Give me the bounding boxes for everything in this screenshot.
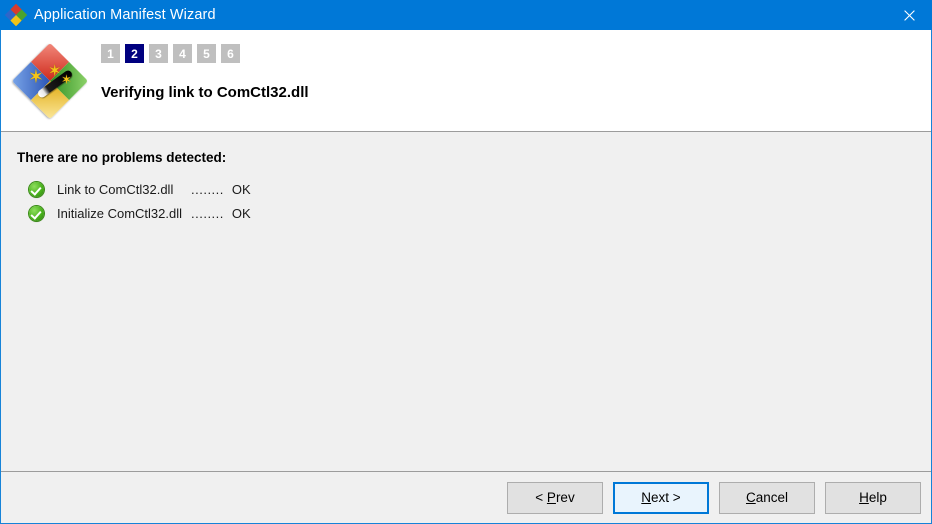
check-label: Initialize ComCtl32.dll xyxy=(57,206,182,221)
next-button-label: Next > xyxy=(641,490,681,505)
status-heading: There are no problems detected: xyxy=(17,150,227,165)
step-indicator-6[interactable]: 6 xyxy=(221,44,240,63)
green-check-icon xyxy=(29,206,44,221)
wizard-body: There are no problems detected: Link to … xyxy=(1,132,931,471)
step-indicator: 1 2 3 4 5 6 xyxy=(101,44,309,63)
button-bar: < Prev Next > Cancel Help xyxy=(1,471,931,523)
next-button[interactable]: Next > xyxy=(613,481,709,514)
app-diamond-icon xyxy=(4,3,28,27)
close-icon[interactable] xyxy=(886,0,932,30)
check-dots: ........ xyxy=(191,206,224,221)
wizard-window: Application Manifest Wizard ✶ ✶ ✶ 1 2 3 … xyxy=(0,0,932,524)
page-title: Verifying link to ComCtl32.dll xyxy=(101,84,309,101)
step-indicator-1[interactable]: 1 xyxy=(101,44,120,63)
step-indicator-5[interactable]: 5 xyxy=(197,44,216,63)
check-dots: ........ xyxy=(191,182,224,197)
check-label: Link to ComCtl32.dll xyxy=(57,182,174,197)
check-status: OK xyxy=(231,182,251,197)
prev-button-label: < Prev xyxy=(535,490,575,505)
step-indicator-4[interactable]: 4 xyxy=(173,44,192,63)
step-indicator-3[interactable]: 3 xyxy=(149,44,168,63)
list-item: Initialize ComCtl32.dll ........ OK xyxy=(17,206,915,221)
cancel-button[interactable]: Cancel xyxy=(719,481,815,514)
green-check-icon xyxy=(29,182,44,197)
header-content: 1 2 3 4 5 6 Verifying link to ComCtl32.d… xyxy=(97,30,309,101)
check-list: Link to ComCtl32.dll ........ OK Initial… xyxy=(17,182,915,221)
cancel-button-label: Cancel xyxy=(745,490,789,505)
help-button[interactable]: Help xyxy=(825,481,921,514)
step-indicator-2[interactable]: 2 xyxy=(125,44,144,63)
check-status: OK xyxy=(231,206,251,221)
wizard-header: ✶ ✶ ✶ 1 2 3 4 5 6 Verifying link to ComC… xyxy=(1,30,931,132)
list-item: Link to ComCtl32.dll ........ OK xyxy=(17,182,915,197)
help-button-label: Help xyxy=(859,490,887,505)
title-bar: Application Manifest Wizard xyxy=(0,0,932,30)
wizard-magic-wand-icon: ✶ ✶ ✶ xyxy=(11,42,89,120)
window-title: Application Manifest Wizard xyxy=(34,7,216,23)
prev-button[interactable]: < Prev xyxy=(507,481,603,514)
